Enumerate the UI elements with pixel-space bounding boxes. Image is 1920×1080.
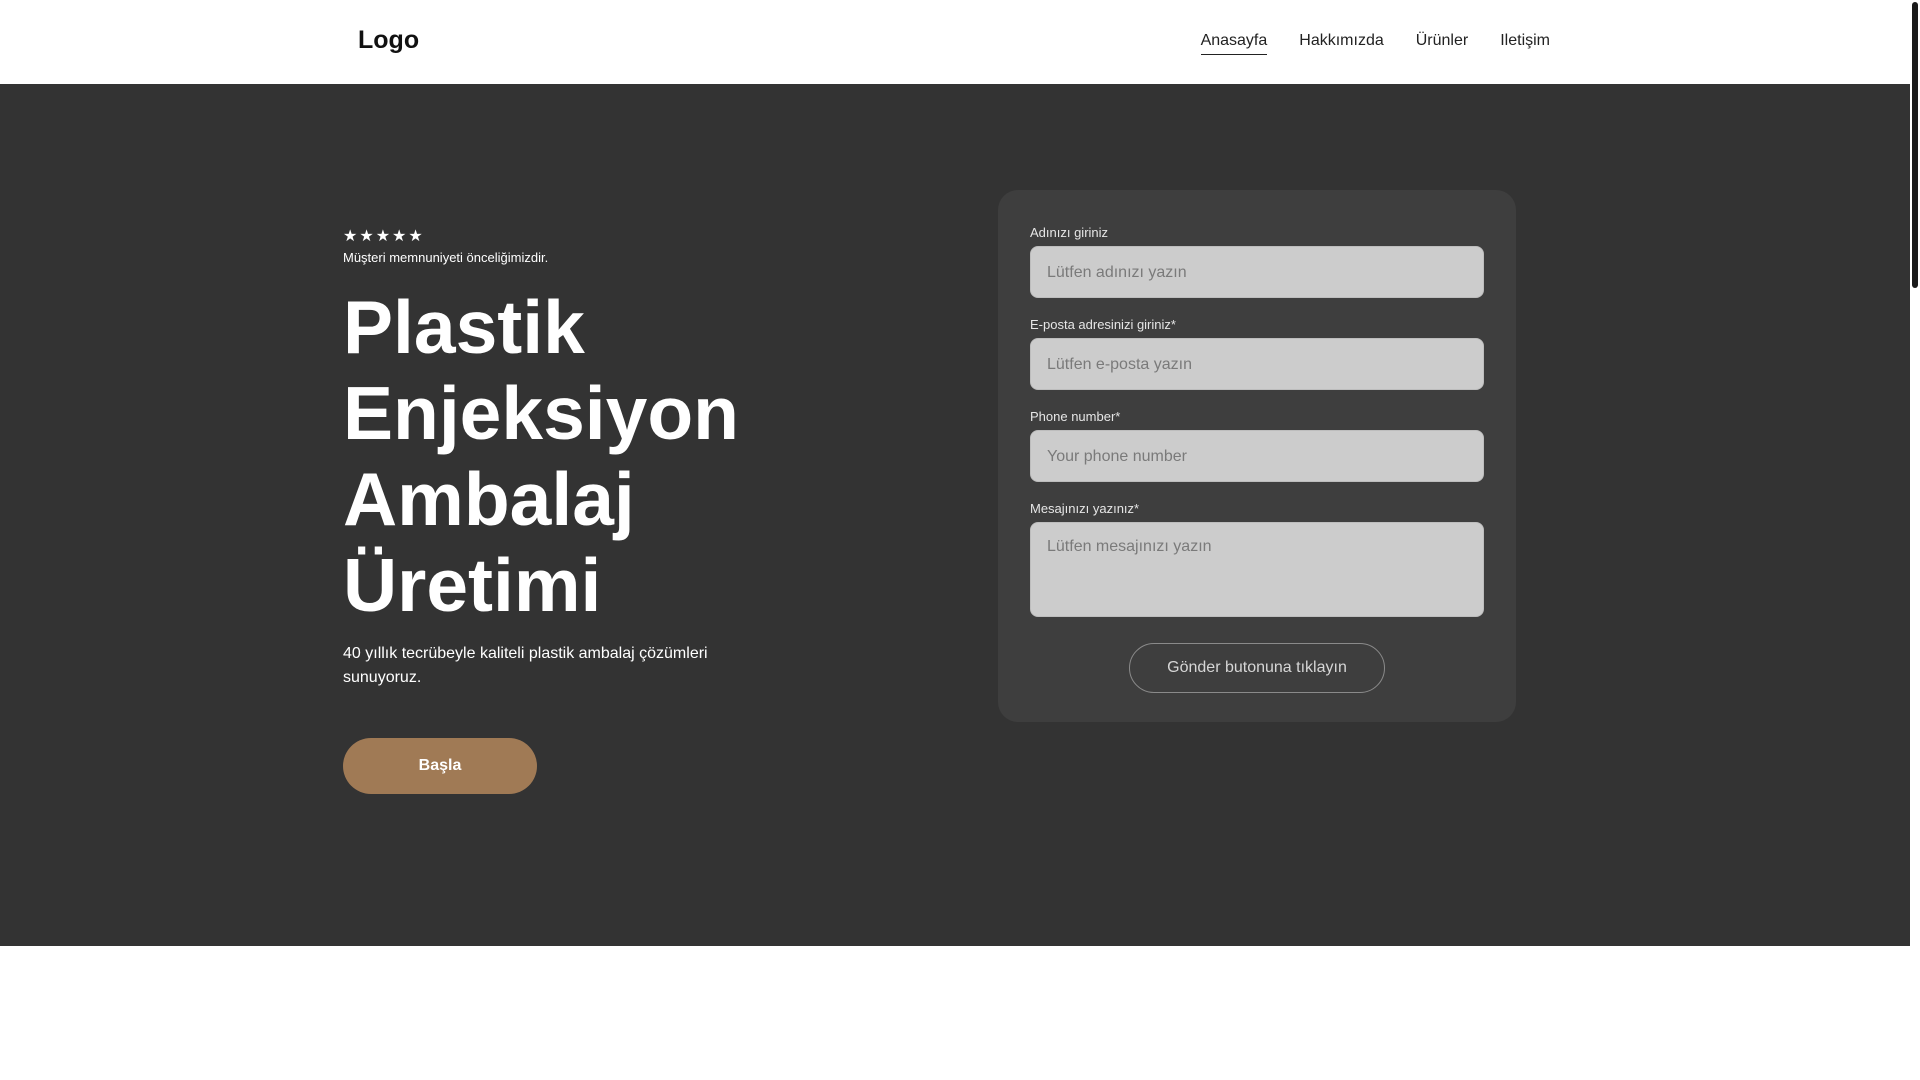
hero-section: ★★★★★ Müşteri memnuniyeti önceliğimizdir… bbox=[0, 84, 1910, 946]
phone-placeholder: Your phone number bbox=[1047, 448, 1187, 465]
hero-title-line: Ambalaj bbox=[343, 457, 635, 541]
nav-item-urunler[interactable]: Ürünler bbox=[1416, 30, 1468, 55]
phone-label: Phone number* bbox=[1030, 409, 1121, 424]
contact-form: Adınızı giriniz Lütfen adınızı yazın E-p… bbox=[998, 190, 1516, 722]
message-label: Mesajınızı yazınız* bbox=[1030, 501, 1140, 516]
name-field[interactable]: Lütfen adınızı yazın bbox=[1030, 246, 1484, 298]
main-nav: Anasayfa Hakkımızda Ürünler Iletişim bbox=[1200, 30, 1550, 55]
message-placeholder: Lütfen mesajınızı yazın bbox=[1047, 538, 1212, 555]
hero-title: Plastik Enjeksiyon Ambalaj Üretimi bbox=[343, 284, 793, 628]
submit-button[interactable]: Gönder butonuna tıklayın bbox=[1129, 643, 1385, 693]
site-header: Logo Anasayfa Hakkımızda Ürünler Iletişi… bbox=[0, 0, 1920, 84]
nav-item-hakkimizda[interactable]: Hakkımızda bbox=[1299, 30, 1383, 55]
hero-title-line: Enjeksiyon bbox=[343, 371, 739, 455]
name-label: Adınızı giriniz bbox=[1030, 225, 1109, 240]
email-label: E-posta adresinizi giriniz* bbox=[1030, 317, 1176, 332]
hero-content: ★★★★★ Müşteri memnuniyeti önceliğimizdir… bbox=[343, 228, 793, 794]
logo[interactable]: Logo bbox=[358, 24, 419, 56]
hero-subtitle: 40 yıllık tecrübeyle kaliteli plastik am… bbox=[343, 645, 708, 686]
message-field[interactable]: Lütfen mesajınızı yazın bbox=[1030, 522, 1484, 617]
nav-item-iletisim[interactable]: Iletişim bbox=[1500, 30, 1550, 55]
nav-item-anasayfa[interactable]: Anasayfa bbox=[1200, 30, 1268, 55]
email-placeholder: Lütfen e-posta yazın bbox=[1047, 356, 1192, 373]
hero-tagline: Müşteri memnuniyeti önceliğimizdir. bbox=[343, 250, 549, 265]
phone-field[interactable]: Your phone number bbox=[1030, 430, 1484, 482]
hero-title-line: Plastik bbox=[343, 285, 585, 369]
scrollbar-thumb[interactable] bbox=[1912, 2, 1918, 288]
hero-title-line: Üretimi bbox=[343, 543, 602, 627]
star-icon: ★★★★★ bbox=[343, 228, 425, 245]
start-button[interactable]: Başla bbox=[343, 738, 537, 794]
page: Logo Anasayfa Hakkımızda Ürünler Iletişi… bbox=[0, 0, 1920, 1080]
page-scrollbar[interactable] bbox=[1910, 0, 1920, 1080]
name-placeholder: Lütfen adınızı yazın bbox=[1047, 264, 1187, 281]
email-field[interactable]: Lütfen e-posta yazın bbox=[1030, 338, 1484, 390]
